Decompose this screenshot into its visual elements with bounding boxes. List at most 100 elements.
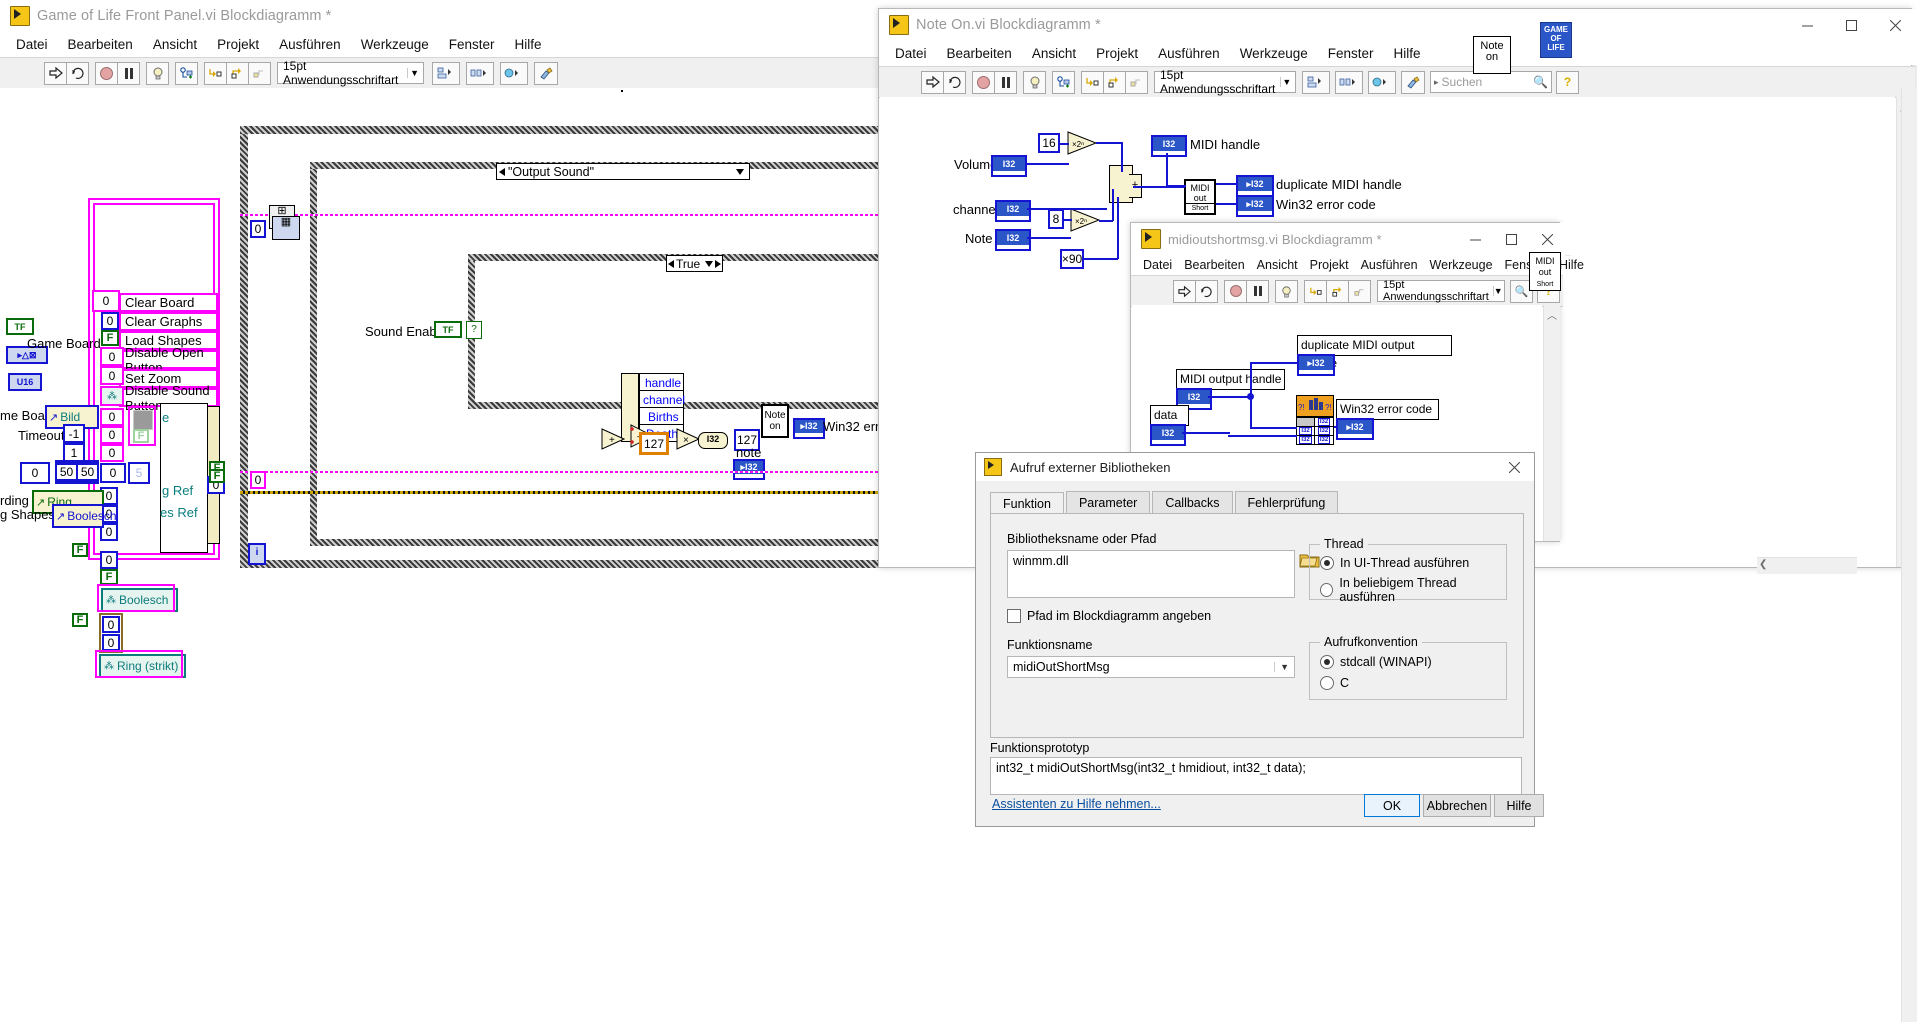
tf-terminal[interactable]: TF <box>6 318 34 335</box>
cluster-const-0[interactable]: 0 <box>20 462 50 484</box>
bool-const-false-5[interactable]: F <box>72 613 88 627</box>
note-on-titlebar[interactable]: Note On.vi Blockdiagramm * <box>879 9 1917 42</box>
bool-const-false-2[interactable]: F <box>133 429 149 443</box>
menu-datei[interactable]: Datei <box>6 35 58 54</box>
close-button[interactable] <box>1873 10 1917 40</box>
menu-bearbeiten[interactable]: Bearbeiten <box>58 35 143 54</box>
picture-constant[interactable] <box>133 410 153 430</box>
duplicate-midi-handle-terminal[interactable]: ▸I32 <box>1236 175 1274 197</box>
midi-handle-terminal[interactable]: I32 <box>1151 135 1187 157</box>
run-arrow-icon[interactable] <box>44 61 67 85</box>
note-on-menu-projekt[interactable]: Projekt <box>1086 44 1148 63</box>
abort-execution-icon-2[interactable] <box>972 70 995 94</box>
reorder-objects-icon-2[interactable] <box>1368 70 1396 94</box>
abort-execution-icon[interactable] <box>95 61 118 85</box>
to-i32-node[interactable]: I32 <box>698 432 728 449</box>
numeric-const-0a[interactable]: 0 <box>92 290 120 312</box>
step-out-icon-3[interactable] <box>1348 279 1371 303</box>
menu-fenster[interactable]: Fenster <box>439 35 505 54</box>
menu-hilfe[interactable]: Hilfe <box>505 35 552 54</box>
ok-button[interactable]: OK <box>1364 794 1420 817</box>
highlight-execution-icon-3[interactable] <box>1275 279 1298 303</box>
note-on-menu-bearbeiten[interactable]: Bearbeiten <box>937 44 1022 63</box>
numeric-const-0l[interactable]: 0 <box>100 551 118 569</box>
cln-terminal-grid[interactable]: I32 I32 I32 I32 I32 <box>1296 417 1334 445</box>
menu-item-clear-graphs[interactable]: Clear Graphs <box>119 312 218 331</box>
midiout-menu-ansicht[interactable]: Ansicht <box>1251 256 1304 274</box>
note-on-subvi[interactable]: Note on <box>761 404 789 438</box>
distribute-objects-icon-2[interactable] <box>1335 70 1363 94</box>
menu-ansicht[interactable]: Ansicht <box>143 35 207 54</box>
numeric-const-0f[interactable]: 0 <box>100 426 124 444</box>
add-node[interactable]: + <box>601 428 626 450</box>
midiout-close-button[interactable] <box>1529 224 1565 254</box>
cleanup-diagram-icon-2[interactable] <box>1401 70 1425 94</box>
midiout-menu-ausfuehren[interactable]: Ausführen <box>1355 256 1424 274</box>
calling-option-c[interactable]: C <box>1320 676 1349 690</box>
minimize-button[interactable] <box>1785 10 1829 40</box>
true-case-selector[interactable]: True <box>666 255 723 272</box>
library-input[interactable]: winmm.dll <box>1007 550 1295 598</box>
function-combo[interactable]: midiOutShortMsg ▼ <box>1007 656 1295 678</box>
u16-terminal[interactable]: U16 <box>8 373 42 391</box>
data-terminal[interactable]: I32 <box>1150 424 1186 446</box>
thread-option-ui[interactable]: In UI-Thread ausführen <box>1320 556 1469 570</box>
volume-terminal[interactable]: I32 <box>991 155 1027 177</box>
prev-case-icon-true[interactable] <box>668 259 674 268</box>
win32-error-terminal[interactable]: ▸I32 <box>793 418 825 439</box>
win32-error-code-terminal-2[interactable]: ▸I32 <box>1236 195 1274 217</box>
note-on-menu-werkzeuge[interactable]: Werkzeuge <box>1230 44 1318 63</box>
menu-ausfuehren[interactable]: Ausführen <box>269 35 351 54</box>
tab-parameter[interactable]: Parameter <box>1065 491 1151 515</box>
numeric-const-5[interactable]: 5 <box>128 462 150 484</box>
menu-item-disable-open-button[interactable]: Disable Open Button <box>119 345 218 375</box>
channel-terminal[interactable]: I32 <box>995 200 1031 222</box>
retain-wire-values-icon-2[interactable] <box>1052 70 1075 94</box>
note-on-menu-ansicht[interactable]: Ansicht <box>1022 44 1086 63</box>
call-library-function-node-icon[interactable]: ?!?! <box>1296 395 1334 417</box>
bool-const-false-1[interactable]: F <box>101 330 119 346</box>
run-continuously-icon-2[interactable] <box>943 70 966 94</box>
bool-const-false-7[interactable]: F <box>209 469 225 483</box>
pause-icon-2[interactable] <box>994 70 1017 94</box>
duplicate-output-terminal[interactable]: ▸I32 <box>1297 354 1335 376</box>
note-input-terminal[interactable]: I32 <box>995 229 1031 251</box>
highlight-execution-icon[interactable] <box>146 61 169 85</box>
timeout-const[interactable]: -1 <box>63 424 85 443</box>
note-on-font-selector[interactable]: 15pt Anwendungsschriftart ▼ <box>1154 68 1296 96</box>
multiply-power-of-two-icon-1[interactable]: ×2ⁿ <box>1067 130 1098 156</box>
note-on-hscrollbar[interactable]: ❮ <box>1757 557 1857 574</box>
ring-const-0a[interactable]: 0 <box>102 616 120 633</box>
numeric-const-0n[interactable]: 0 <box>250 220 266 238</box>
abort-execution-icon-3[interactable] <box>1224 279 1247 303</box>
size-const-5050[interactable]: 50 50 <box>55 460 99 484</box>
align-objects-icon-2[interactable] <box>1302 70 1330 94</box>
prev-case-icon[interactable] <box>499 167 505 176</box>
bool-const-false-4[interactable]: F <box>72 543 88 557</box>
scroll-up-icon-3[interactable]: ︿ <box>1544 307 1560 322</box>
bool-const-false-3[interactable]: F <box>100 569 118 585</box>
win32-error-code-terminal-3[interactable]: ▸I32 <box>1336 418 1374 440</box>
note-on-menu-hilfe[interactable]: Hilfe <box>1384 44 1431 63</box>
step-over-icon-2[interactable] <box>1103 70 1126 94</box>
midiout-titlebar[interactable]: midioutshortmsg.vi Blockdiagramm * <box>1131 223 1571 256</box>
event-case-selector[interactable]: "Output Sound" <box>496 163 750 180</box>
ring-refnum[interactable]: ↗ Boolesch <box>52 504 117 528</box>
chevron-down-icon[interactable]: ▼ <box>407 68 421 78</box>
run-continuously-icon[interactable] <box>66 61 89 85</box>
run-arrow-icon-3[interactable] <box>1173 279 1196 303</box>
run-continuously-icon-3[interactable] <box>1195 279 1218 303</box>
const-16[interactable]: 16 <box>1038 133 1060 153</box>
chevron-down-icon-2[interactable]: ▼ <box>1279 77 1293 87</box>
numeric-const-0b[interactable]: 0 <box>101 312 119 330</box>
note-on-menu-ausfuehren[interactable]: Ausführen <box>1148 44 1230 63</box>
game-of-life-project-icon[interactable]: GAME OF LIFE <box>1540 22 1572 58</box>
note-on-menu-datei[interactable]: Datei <box>885 44 937 63</box>
midiout-vscrollbar[interactable]: ︿ <box>1543 305 1560 541</box>
midiout-minimize-button[interactable] <box>1457 224 1493 254</box>
note-on-vi-icon[interactable]: Note on <box>1473 36 1511 74</box>
menu-werkzeuge[interactable]: Werkzeuge <box>351 35 439 54</box>
search-input[interactable]: ▸ Suchen 🔍 <box>1430 71 1552 93</box>
maximize-button[interactable] <box>1829 10 1873 40</box>
step-into-icon-3[interactable] <box>1304 279 1327 303</box>
